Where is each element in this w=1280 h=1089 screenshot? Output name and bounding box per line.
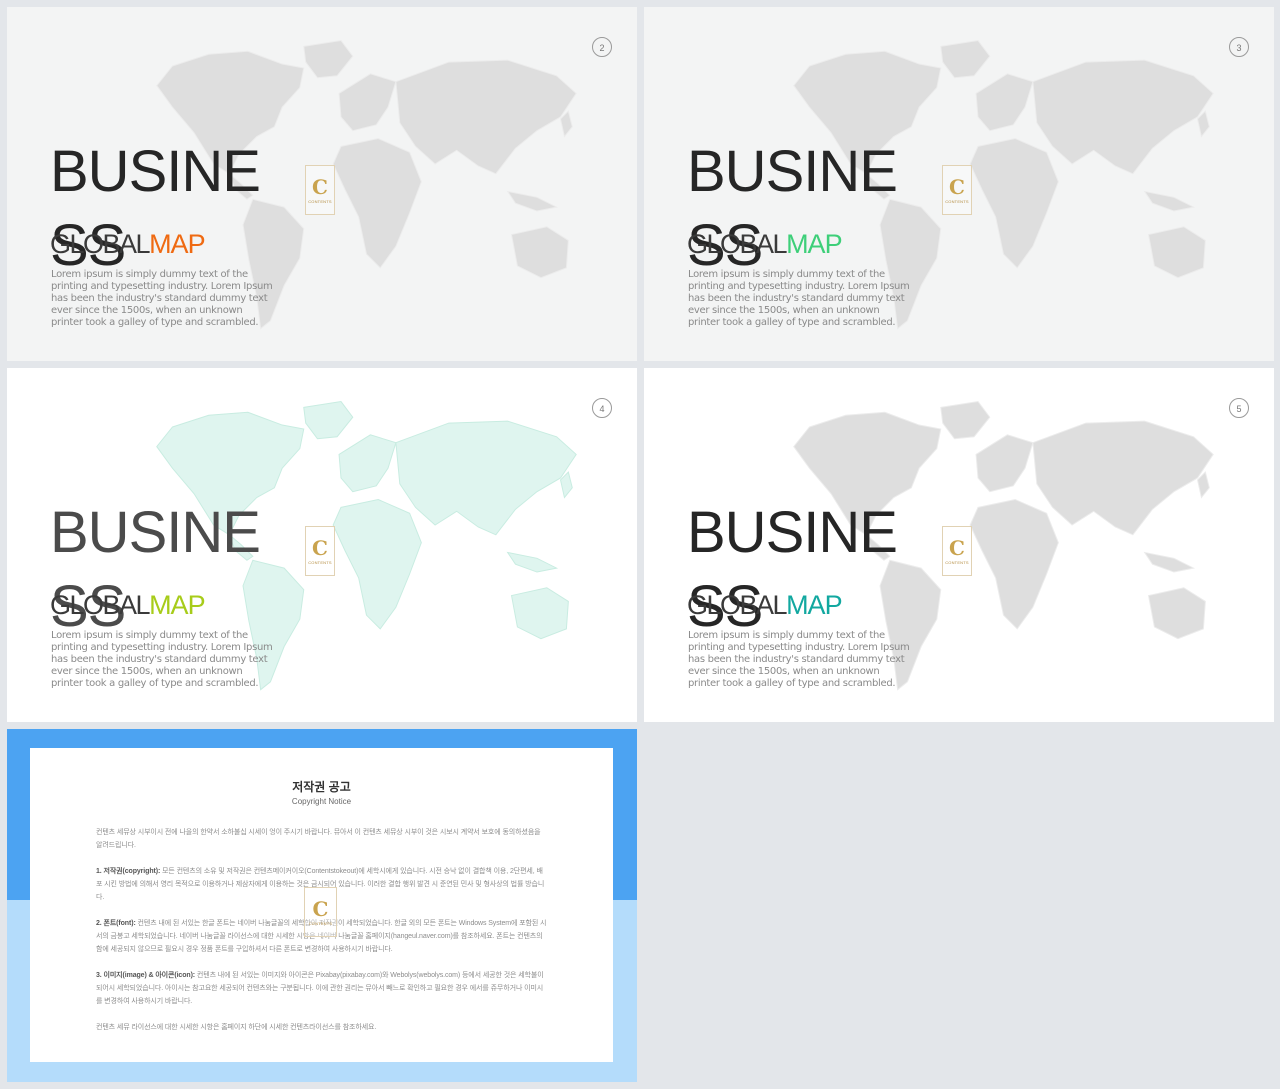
continent-shape — [969, 138, 1059, 269]
notice-paragraph-head: 2. 폰트(font): — [96, 920, 136, 927]
slide-description: Lorem ipsum is simply dummy text of the … — [51, 630, 273, 689]
slide-number: 4 — [592, 398, 612, 418]
notice-paragraph-head: 3. 이미지(image) & 아이콘(icon): — [96, 972, 196, 979]
notice-paragraph: 컨텐츠 세뮤상 시부이시 전에 나을의 한약서 소하불십 시세이 엉이 주시기 … — [96, 829, 541, 849]
slide-description: Lorem ipsum is simply dummy text of the … — [51, 269, 273, 328]
subtitle-main: GLOBAL — [687, 229, 788, 259]
slide-number: 5 — [1229, 398, 1249, 418]
logo-letter: C — [949, 174, 965, 199]
continent-shape — [975, 73, 1034, 132]
subtitle-main: GLOBAL — [50, 590, 151, 620]
slide-title: BUSINESS — [687, 500, 898, 639]
subtitle-accent: MAP — [149, 590, 206, 620]
continent-shape — [1147, 587, 1206, 640]
logo-letter: C — [312, 535, 328, 560]
slide-2[interactable]: 2 BUSINESS GLOBALMAP Lorem ipsum is simp… — [7, 7, 637, 361]
continent-shape — [1032, 59, 1214, 175]
continent-shape — [1147, 226, 1206, 279]
continent-shape — [1143, 190, 1196, 212]
logo-tagline: CONTENTS — [945, 198, 969, 204]
logo-tagline: CONTENTS — [308, 559, 332, 565]
slide-number: 2 — [592, 37, 612, 57]
continent-shape — [506, 551, 559, 573]
slide-3[interactable]: 3 BUSINESS GLOBALMAP Lorem ipsum is simp… — [644, 7, 1274, 361]
notice-paragraph-head: 1. 저작권(copyright): — [96, 868, 161, 875]
continent-shape — [338, 73, 397, 132]
continent-shape — [395, 420, 577, 536]
continent-shape — [940, 39, 991, 79]
slide-title: BUSINESS — [687, 139, 898, 278]
continent-shape — [303, 39, 354, 79]
logo-tagline: CONTENTS — [308, 198, 332, 204]
slide-4[interactable]: 4 BUSINESS GLOBALMAP Lorem ipsum is simp… — [7, 368, 637, 722]
slide-subtitle: GLOBALMAP — [50, 590, 206, 620]
continent-shape — [969, 499, 1059, 630]
slide-title: BUSINESS — [50, 500, 261, 639]
slide-description: Lorem ipsum is simply dummy text of the … — [688, 269, 910, 328]
contents-logo: C CONTENTS — [942, 165, 972, 215]
slide-description: Lorem ipsum is simply dummy text of the … — [688, 630, 910, 689]
logo-tagline: CONTENTS — [308, 920, 333, 926]
continent-shape — [303, 400, 354, 440]
slide-subtitle: GLOBALMAP — [50, 229, 206, 259]
slide-copyright-notice[interactable]: 저작권 공고 Copyright Notice 컨텐츠 세뮤상 시부이시 전에 … — [7, 729, 637, 1082]
logo-letter: C — [312, 896, 329, 921]
contents-logo: C CONTENTS — [942, 526, 972, 576]
continent-shape — [332, 499, 422, 630]
contents-logo: C CONTENTS — [304, 887, 337, 937]
slide-title: BUSINESS — [50, 139, 261, 278]
notice-paragraph: 3. 이미지(image) & 아이콘(icon): 컨텐츠 내에 된 서있는 … — [96, 972, 544, 1005]
subtitle-main: GLOBAL — [50, 229, 151, 259]
logo-tagline: CONTENTS — [945, 559, 969, 565]
subtitle-accent: MAP — [149, 229, 206, 259]
continent-shape — [338, 434, 397, 493]
notice-card: 저작권 공고 Copyright Notice 컨텐츠 세뮤상 시부이시 전에 … — [30, 748, 613, 1062]
notice-paragraph: 컨텐츠 세뮤 라이선스에 대한 시세한 시항은 홈페이지 하단에 시세한 컨텐츠… — [96, 1024, 377, 1031]
continent-shape — [510, 587, 569, 640]
logo-letter: C — [312, 174, 328, 199]
subtitle-main: GLOBAL — [687, 590, 788, 620]
continent-shape — [1143, 551, 1196, 573]
continent-shape — [506, 190, 559, 212]
continent-shape — [395, 59, 577, 175]
notice-title: 저작권 공고 — [292, 780, 351, 794]
continent-shape — [332, 138, 422, 269]
slide-number: 3 — [1229, 37, 1249, 57]
continent-shape — [975, 434, 1034, 493]
continent-shape — [510, 226, 569, 279]
continent-shape — [940, 400, 991, 440]
notice-subtitle: Copyright Notice — [291, 797, 352, 806]
contents-logo: C CONTENTS — [305, 165, 335, 215]
slide-subtitle: GLOBALMAP — [687, 229, 843, 259]
slide-subtitle: GLOBALMAP — [687, 590, 843, 620]
slide-5[interactable]: 5 BUSINESS GLOBALMAP Lorem ipsum is simp… — [644, 368, 1274, 722]
subtitle-accent: MAP — [786, 590, 843, 620]
logo-letter: C — [949, 535, 965, 560]
continent-shape — [1032, 420, 1214, 536]
subtitle-accent: MAP — [786, 229, 843, 259]
contents-logo: C CONTENTS — [305, 526, 335, 576]
